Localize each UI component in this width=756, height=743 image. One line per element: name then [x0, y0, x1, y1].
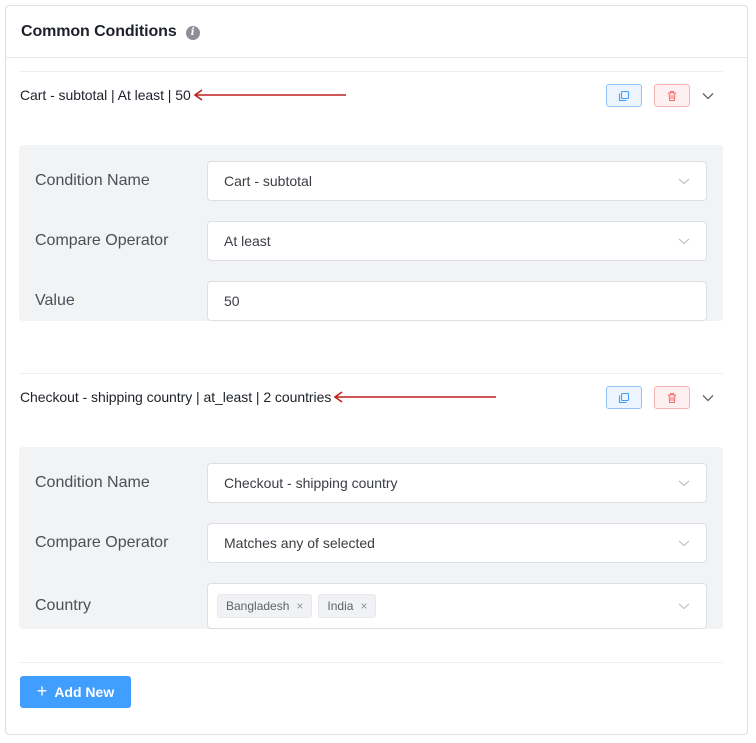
- row-label: Compare Operator: [35, 232, 169, 249]
- copy-icon: [618, 90, 630, 101]
- add-new-label: Add New: [54, 684, 115, 700]
- country-tag: Bangladesh ×: [217, 594, 313, 618]
- compare-operator-select[interactable]: Matches any of selected: [207, 523, 707, 563]
- row-label: Compare Operator: [35, 534, 169, 551]
- select-value: Cart - subtotal: [224, 173, 312, 189]
- row-label: Condition Name: [35, 172, 150, 189]
- compare-operator-row: Compare Operator Matches any of selected: [35, 523, 707, 563]
- tag-label: Bangladesh: [226, 599, 290, 613]
- condition-actions: [606, 386, 716, 409]
- condition-header[interactable]: Cart - subtotal | At least | 50: [19, 72, 723, 118]
- row-label: Condition Name: [35, 474, 150, 491]
- trash-icon: [668, 90, 676, 101]
- annotation-arrow-icon: [332, 391, 497, 403]
- country-multiselect[interactable]: Bangladesh × India ×: [207, 583, 707, 629]
- value-input[interactable]: 50: [207, 281, 707, 321]
- country-row: Country Bangladesh × India ×: [35, 583, 707, 629]
- chevron-down-icon: [678, 603, 690, 610]
- divider: [19, 662, 723, 663]
- condition-summary: Cart - subtotal | At least | 50: [20, 87, 191, 103]
- condition-name-row: Condition Name Cart - subtotal: [35, 161, 707, 201]
- compare-operator-select[interactable]: At least: [207, 221, 707, 261]
- select-value: Matches any of selected: [224, 535, 375, 551]
- panel-title: Common Conditions: [21, 22, 177, 40]
- duplicate-button[interactable]: [606, 386, 642, 409]
- input-value: 50: [224, 293, 240, 309]
- condition-body: Condition Name Checkout - shipping count…: [19, 447, 723, 629]
- copy-icon: [618, 392, 630, 403]
- info-icon[interactable]: i: [185, 25, 200, 40]
- chevron-down-icon: [678, 178, 690, 185]
- value-row: Value 50: [35, 281, 707, 321]
- close-icon[interactable]: ×: [360, 600, 367, 612]
- chevron-down-icon[interactable]: [700, 88, 716, 104]
- row-label: Country: [35, 597, 92, 614]
- chevron-down-icon: [678, 480, 690, 487]
- condition-name-select[interactable]: Checkout - shipping country: [207, 463, 707, 503]
- chevron-down-icon: [678, 238, 690, 245]
- chevron-down-icon[interactable]: [700, 390, 716, 406]
- condition-header[interactable]: Checkout - shipping country | at_least |…: [19, 374, 723, 420]
- annotation-arrow-icon: [192, 89, 346, 101]
- delete-button[interactable]: [654, 84, 690, 107]
- conditions-list: Cart - subtotal | At least | 50 Conditio…: [19, 71, 723, 663]
- trash-icon: [668, 392, 676, 403]
- condition-name-select[interactable]: Cart - subtotal: [207, 161, 707, 201]
- delete-button[interactable]: [654, 386, 690, 409]
- condition-summary: Checkout - shipping country | at_least |…: [20, 389, 332, 405]
- plus-icon: +: [36, 681, 48, 701]
- tag-label: India: [327, 599, 354, 613]
- close-icon[interactable]: ×: [296, 600, 303, 612]
- duplicate-button[interactable]: [606, 84, 642, 107]
- select-value: Checkout - shipping country: [224, 475, 398, 491]
- select-value: At least: [224, 233, 271, 249]
- condition-actions: [606, 84, 716, 107]
- panel-header: Common Conditions i: [6, 6, 747, 58]
- country-tag: India ×: [318, 594, 377, 618]
- row-label: Value: [35, 292, 75, 309]
- condition-name-row: Condition Name Checkout - shipping count…: [35, 463, 707, 503]
- chevron-down-icon: [678, 540, 690, 547]
- compare-operator-row: Compare Operator At least: [35, 221, 707, 261]
- condition-body: Condition Name Cart - subtotal Compare O…: [19, 145, 723, 321]
- add-new-button[interactable]: + Add New: [20, 676, 131, 708]
